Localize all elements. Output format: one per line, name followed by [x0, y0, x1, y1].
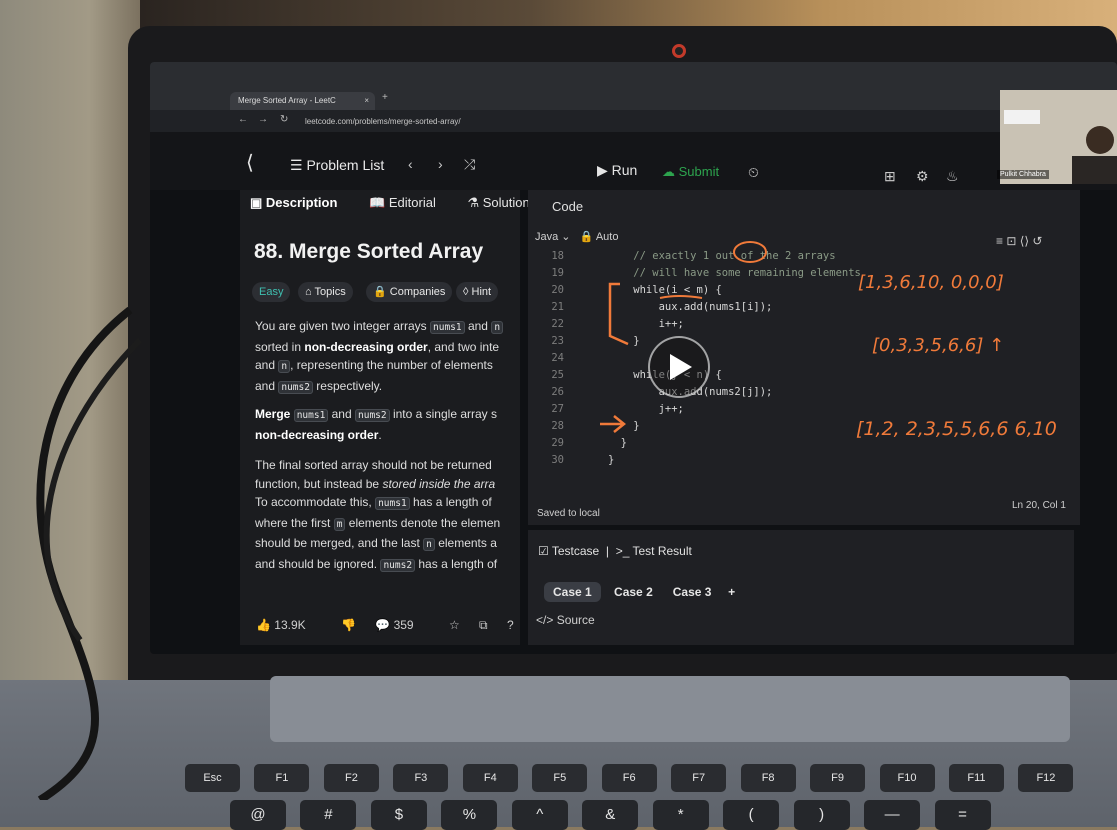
number-key-row: @ # $ % ^ & * ( ) — =: [230, 800, 1001, 830]
play-icon: ▶: [597, 162, 612, 178]
cloud-upload-icon: ☁: [662, 164, 679, 179]
problem-statement-2: Merge nums1 and nums2 into a single arra…: [255, 407, 497, 442]
case-3-tab[interactable]: Case 3: [673, 585, 712, 599]
code-line[interactable]: 24: [530, 352, 608, 364]
key-asterisk[interactable]: *: [652, 800, 709, 830]
tab-testcase[interactable]: ☑ Testcase: [538, 544, 599, 558]
problem-action-bar: 👍 13.9K 👎 💬 359 ☆ ⧉ ?: [256, 618, 530, 633]
problem-statement-3: The final sorted array should not be ret…: [255, 458, 501, 572]
prev-problem-icon[interactable]: ‹: [408, 156, 413, 172]
run-button[interactable]: ▶ Run: [597, 162, 637, 179]
key-f2[interactable]: F2: [323, 764, 379, 792]
key-f10[interactable]: F10: [879, 764, 935, 792]
key-at[interactable]: @: [230, 800, 286, 830]
help-icon[interactable]: ?: [507, 618, 514, 632]
case-1-tab[interactable]: Case 1: [544, 582, 601, 602]
problem-title: 88. Merge Sorted Array: [254, 240, 484, 263]
settings-icon[interactable]: ⚙: [916, 168, 929, 185]
address-bar-row: [150, 110, 1117, 132]
lightbulb-icon: ◊: [463, 286, 472, 298]
url-field[interactable]: leetcode.com/problems/merge-sorted-array…: [305, 117, 461, 126]
play-icon: [670, 354, 692, 380]
leetcode-logo-icon[interactable]: ⟨: [246, 150, 254, 175]
key-dollar[interactable]: $: [370, 800, 427, 830]
back-icon[interactable]: ←: [238, 114, 248, 125]
share-icon[interactable]: ⧉: [479, 618, 488, 632]
streak-icon[interactable]: ♨: [946, 168, 959, 185]
companies-button[interactable]: 🔒 Companies: [366, 282, 453, 302]
function-key-row: Esc F1 F2 F3 F4 F5 F6 F7 F8 F9 F10 F11 F…: [185, 764, 1083, 792]
key-f3[interactable]: F3: [393, 764, 449, 792]
testcase-tabs: ☑ Testcase | >_ Test Result: [538, 544, 692, 558]
tag-icon: ⌂: [305, 286, 315, 298]
webcam: [672, 44, 686, 58]
problem-list-link[interactable]: ☰ Problem List: [290, 157, 384, 174]
case-2-tab[interactable]: Case 2: [614, 585, 653, 599]
key-ampersand[interactable]: &: [582, 800, 639, 830]
ink-annotation: [0,3,3,5,6,6] ↑: [872, 335, 1005, 356]
new-tab-button[interactable]: +: [382, 92, 388, 103]
left-tabs: ▣ Description 📖 Editorial ⚗ Solution: [250, 195, 558, 211]
key-f4[interactable]: F4: [462, 764, 518, 792]
forward-icon[interactable]: →: [258, 114, 268, 125]
problem-statement-1: You are given two integer arrays nums1 a…: [255, 317, 520, 397]
dislike-icon[interactable]: 👎: [341, 618, 356, 632]
reload-icon[interactable]: ↻: [280, 114, 288, 125]
close-icon[interactable]: ×: [364, 92, 369, 110]
video-play-button[interactable]: [648, 336, 710, 398]
tab-code[interactable]: Code: [552, 199, 583, 214]
hint-button[interactable]: ◊ Hint: [456, 282, 499, 302]
key-esc[interactable]: Esc: [185, 764, 240, 792]
source-button[interactable]: </> Source: [536, 613, 595, 627]
add-case-button[interactable]: +: [728, 585, 735, 599]
key-dash[interactable]: —: [864, 800, 921, 830]
difficulty-badge: Easy: [252, 282, 291, 302]
tab-description[interactable]: ▣ Description: [250, 195, 351, 210]
key-f5[interactable]: F5: [532, 764, 588, 792]
key-f9[interactable]: F9: [810, 764, 866, 792]
next-problem-icon[interactable]: ›: [438, 156, 443, 172]
case-tabs: Case 1 Case 2 Case 3 +: [544, 582, 735, 602]
editor-tools-icon[interactable]: ≡ ⊡ ⟨⟩ ↺: [996, 234, 1042, 248]
key-caret[interactable]: ^: [511, 800, 568, 830]
submit-button[interactable]: ☁ Submit: [662, 164, 719, 180]
topics-button[interactable]: ⌂ Topics: [298, 282, 353, 302]
key-f7[interactable]: F7: [671, 764, 727, 792]
ink-annotation: [1,2, 2,3,5,5,6,6 6,10: [856, 418, 1057, 440]
lock-icon: 🔒: [373, 286, 390, 298]
cable: [36, 306, 143, 800]
browser-tab[interactable]: Merge Sorted Array - LeetC ×: [230, 92, 375, 110]
key-equals[interactable]: =: [934, 800, 991, 830]
key-f8[interactable]: F8: [740, 764, 796, 792]
comments-button[interactable]: 💬 359: [375, 618, 429, 632]
key-paren-open[interactable]: (: [723, 800, 780, 830]
tab-editorial[interactable]: 📖 Editorial: [369, 195, 450, 210]
like-button[interactable]: 👍 13.9K: [256, 618, 322, 632]
key-f6[interactable]: F6: [601, 764, 657, 792]
ink-markup: [600, 241, 767, 433]
save-status: Saved to local: [537, 508, 600, 519]
cursor-position: Ln 20, Col 1: [1012, 500, 1066, 511]
key-f1[interactable]: F1: [254, 764, 310, 792]
tab-title: Merge Sorted Array - LeetC: [238, 96, 336, 105]
list-icon: ☰: [290, 157, 307, 173]
key-f11[interactable]: F11: [948, 764, 1004, 792]
layout-icon[interactable]: ⊞: [884, 168, 896, 185]
star-icon[interactable]: ☆: [449, 618, 460, 632]
participant-name: Pulkit Chhabra: [997, 170, 1049, 179]
shuffle-icon[interactable]: ⤮: [464, 156, 475, 173]
ink-annotation: [1,3,6,10, 0,0,0]: [858, 272, 1004, 293]
laptop-hinge: [270, 676, 1070, 742]
key-hash[interactable]: #: [300, 800, 357, 830]
key-f12[interactable]: F12: [1018, 764, 1074, 792]
key-percent[interactable]: %: [441, 800, 498, 830]
tab-test-result[interactable]: >_ Test Result: [616, 544, 692, 558]
timer-icon[interactable]: ⏲: [748, 164, 759, 181]
key-paren-close[interactable]: ): [793, 800, 850, 830]
